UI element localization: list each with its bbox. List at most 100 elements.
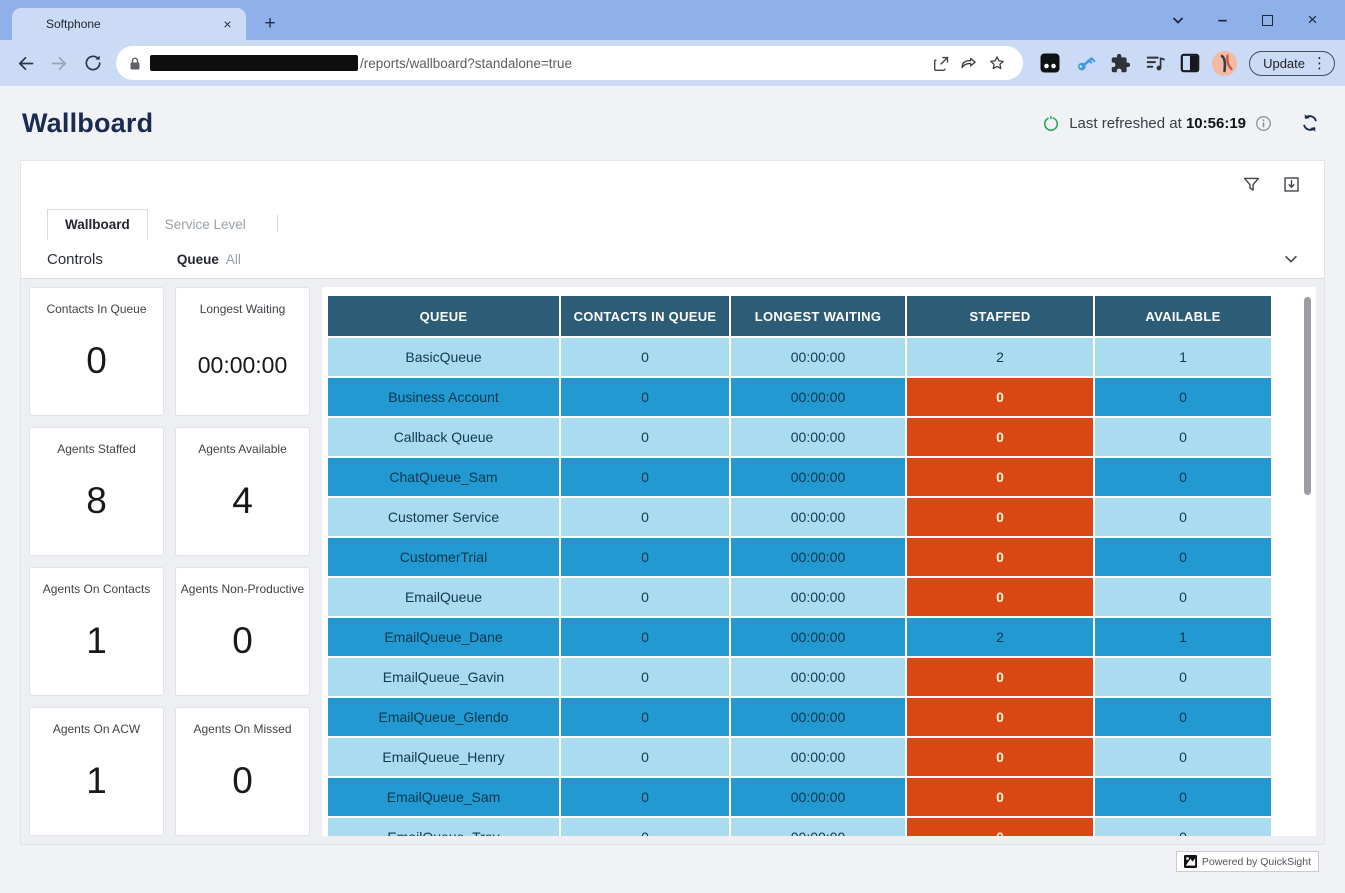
longest-waiting-cell: 00:00:00 bbox=[731, 578, 905, 616]
available-cell: 0 bbox=[1095, 538, 1271, 576]
available-cell: 0 bbox=[1095, 418, 1271, 456]
url-path-text: /reports/wallboard?standalone=true bbox=[360, 56, 927, 71]
tab-close-icon[interactable]: × bbox=[219, 16, 236, 33]
kpi-label: Agents On ACW bbox=[53, 722, 140, 736]
queue-filter-label: Queue bbox=[177, 252, 219, 267]
minimize-button[interactable]: – bbox=[1200, 0, 1245, 40]
available-cell: 1 bbox=[1095, 618, 1271, 656]
share-icon[interactable] bbox=[955, 49, 983, 77]
contacts-in-queue-cell: 0 bbox=[561, 538, 729, 576]
table-header-cell[interactable]: STAFFED bbox=[907, 296, 1093, 336]
available-cell: 0 bbox=[1095, 698, 1271, 736]
kpi-value: 8 bbox=[86, 480, 107, 522]
sheet-tabbar: Wallboard Service Level bbox=[21, 207, 1324, 240]
url-bar[interactable]: /reports/wallboard?standalone=true bbox=[116, 46, 1023, 80]
controls-collapse-chevron-icon[interactable] bbox=[1282, 250, 1300, 268]
filter-icon[interactable] bbox=[1240, 173, 1262, 195]
kpi-value: 1 bbox=[86, 620, 107, 662]
kpi-label: Agents Available bbox=[198, 442, 287, 456]
queue-filter-value[interactable]: All bbox=[226, 252, 241, 267]
browser-menu-kebab-icon[interactable]: ⋮ bbox=[1312, 56, 1327, 71]
profile-avatar[interactable] bbox=[1212, 51, 1237, 76]
staffed-cell: 0 bbox=[907, 778, 1093, 816]
new-tab-button[interactable]: + bbox=[258, 12, 282, 36]
staffed-cell: 0 bbox=[907, 658, 1093, 696]
kpi-label: Agents On Contacts bbox=[43, 582, 150, 596]
dashboard-sheet: Contacts In Queue 0 Longest Waiting 00:0… bbox=[21, 279, 1324, 844]
forward-button[interactable] bbox=[44, 48, 74, 78]
kpi-card: Agents Available 4 bbox=[175, 427, 310, 556]
table-scrollbar[interactable] bbox=[1304, 297, 1311, 495]
available-cell: 0 bbox=[1095, 658, 1271, 696]
export-icon[interactable] bbox=[1280, 173, 1302, 195]
kpi-card: Agents On ACW 1 bbox=[29, 707, 164, 836]
queue-cell: EmailQueue_Henry bbox=[328, 738, 559, 776]
info-icon[interactable] bbox=[1255, 115, 1272, 132]
contacts-in-queue-cell: 0 bbox=[561, 778, 729, 816]
kpi-label: Agents Staffed bbox=[57, 442, 136, 456]
tab-service-level[interactable]: Service Level bbox=[148, 210, 263, 240]
queue-cell: EmailQueue_Sam bbox=[328, 778, 559, 816]
browser-titlebar: Softphone × + – × bbox=[0, 0, 1345, 40]
available-cell: 0 bbox=[1095, 738, 1271, 776]
contacts-in-queue-cell: 0 bbox=[561, 658, 729, 696]
kpi-card: Agents Non-Productive 0 bbox=[175, 567, 310, 696]
tab-wallboard[interactable]: Wallboard bbox=[47, 209, 148, 240]
kpi-card: Contacts In Queue 0 bbox=[29, 287, 164, 416]
kpi-card: Agents Staffed 8 bbox=[29, 427, 164, 556]
longest-waiting-cell: 00:00:00 bbox=[731, 538, 905, 576]
contacts-in-queue-cell: 0 bbox=[561, 458, 729, 496]
table-header-cell[interactable]: CONTACTS IN QUEUE bbox=[561, 296, 729, 336]
dashboard-toolbar bbox=[21, 161, 1324, 207]
available-cell: 0 bbox=[1095, 818, 1271, 836]
refresh-button[interactable] bbox=[1297, 110, 1323, 136]
mask-extension-icon[interactable] bbox=[1037, 50, 1063, 76]
staffed-cell: 0 bbox=[907, 698, 1093, 736]
lock-icon bbox=[128, 56, 142, 71]
queue-cell: EmailQueue_Gavin bbox=[328, 658, 559, 696]
queue-cell: BasicQueue bbox=[328, 338, 559, 376]
staffed-cell: 0 bbox=[907, 818, 1093, 836]
key-extension-icon[interactable] bbox=[1072, 50, 1098, 76]
contacts-in-queue-cell: 0 bbox=[561, 738, 729, 776]
table-header-cell[interactable]: QUEUE bbox=[328, 296, 559, 336]
queue-cell: EmailQueue_Glendo bbox=[328, 698, 559, 736]
staffed-cell: 0 bbox=[907, 418, 1093, 456]
kpi-grid: Contacts In Queue 0 Longest Waiting 00:0… bbox=[29, 287, 310, 836]
kpi-card: Agents On Missed 0 bbox=[175, 707, 310, 836]
update-button[interactable]: Update ⋮ bbox=[1249, 51, 1335, 76]
last-refreshed-text: Last refreshed at 10:56:19 bbox=[1069, 115, 1246, 132]
playlist-extension-icon[interactable] bbox=[1142, 50, 1168, 76]
available-cell: 0 bbox=[1095, 458, 1271, 496]
contrast-extension-icon[interactable] bbox=[1177, 50, 1203, 76]
back-button[interactable] bbox=[10, 48, 40, 78]
longest-waiting-cell: 00:00:00 bbox=[731, 738, 905, 776]
table-header-cell[interactable]: LONGEST WAITING bbox=[731, 296, 905, 336]
kpi-value: 4 bbox=[232, 480, 253, 522]
queue-cell: Callback Queue bbox=[328, 418, 559, 456]
window-close-button[interactable]: × bbox=[1290, 0, 1335, 40]
longest-waiting-cell: 00:00:00 bbox=[731, 458, 905, 496]
reload-button[interactable] bbox=[78, 48, 108, 78]
auto-refresh-timer-icon bbox=[1042, 114, 1060, 132]
table-header-cell[interactable]: AVAILABLE bbox=[1095, 296, 1271, 336]
maximize-button[interactable] bbox=[1245, 0, 1290, 40]
queue-table: QUEUECONTACTS IN QUEUELONGEST WAITINGSTA… bbox=[328, 296, 1292, 836]
page-header: Wallboard Last refreshed at 10:56:19 bbox=[0, 86, 1345, 160]
kpi-value: 0 bbox=[232, 620, 253, 662]
longest-waiting-cell: 00:00:00 bbox=[731, 778, 905, 816]
kpi-value: 0 bbox=[232, 760, 253, 802]
available-cell: 0 bbox=[1095, 378, 1271, 416]
browser-tab[interactable]: Softphone × bbox=[12, 8, 246, 40]
staffed-cell: 0 bbox=[907, 578, 1093, 616]
longest-waiting-cell: 00:00:00 bbox=[731, 618, 905, 656]
staffed-cell: 0 bbox=[907, 378, 1093, 416]
contacts-in-queue-cell: 0 bbox=[561, 498, 729, 536]
kpi-value: 1 bbox=[86, 760, 107, 802]
bookmark-star-icon[interactable] bbox=[983, 49, 1011, 77]
longest-waiting-cell: 00:00:00 bbox=[731, 498, 905, 536]
tab-search-chevron-icon[interactable] bbox=[1155, 0, 1200, 40]
open-in-new-icon[interactable] bbox=[927, 49, 955, 77]
extensions-puzzle-icon[interactable] bbox=[1107, 50, 1133, 76]
kpi-label: Longest Waiting bbox=[200, 302, 286, 316]
